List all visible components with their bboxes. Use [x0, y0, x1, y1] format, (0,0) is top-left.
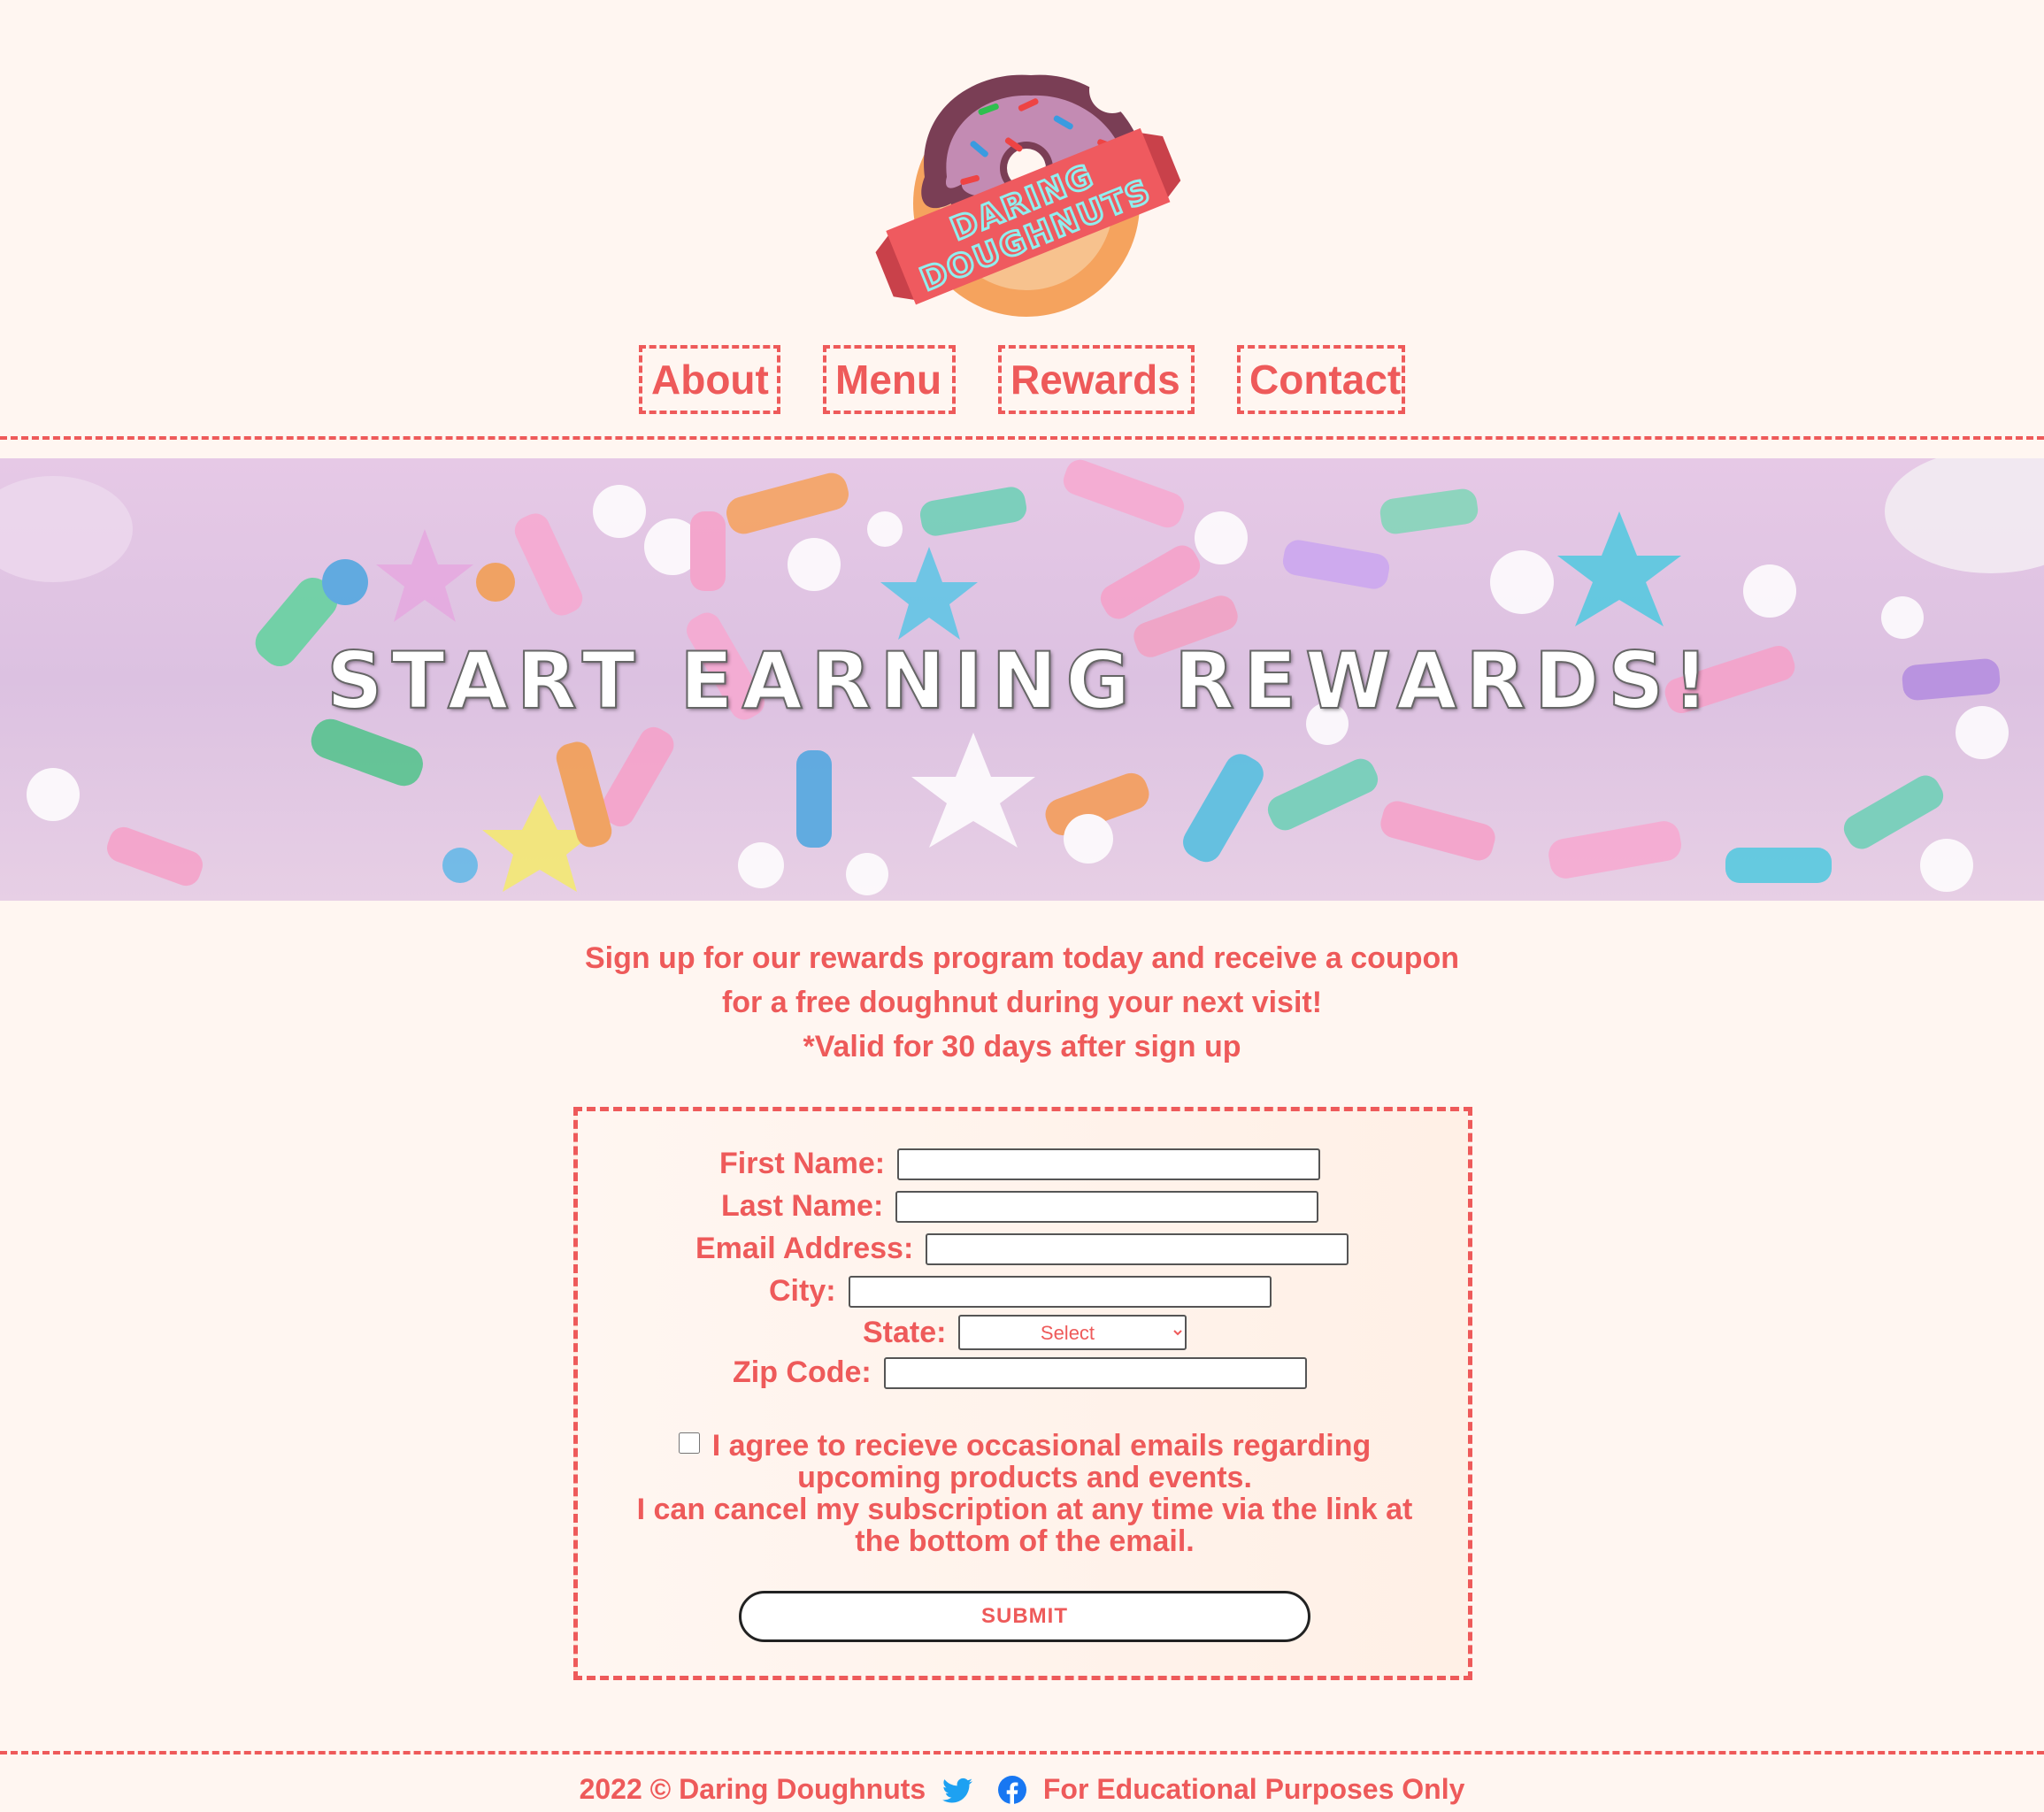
nav-menu[interactable]: Menu — [823, 345, 956, 414]
consent-line-1: I agree to recieve occasional emails reg… — [711, 1429, 1372, 1463]
last-name-label: Last Name: — [721, 1189, 884, 1223]
footer-divider — [0, 1751, 2044, 1754]
twitter-icon[interactable] — [942, 1777, 973, 1811]
last-name-input[interactable] — [895, 1190, 1319, 1223]
city-label: City: — [769, 1274, 836, 1308]
email-consent-checkbox[interactable] — [678, 1432, 700, 1454]
state-row: State: Select — [863, 1315, 1187, 1350]
nav-rewards[interactable]: Rewards — [998, 345, 1195, 414]
submit-button[interactable]: SUBMIT — [739, 1591, 1310, 1642]
zip-code-input[interactable] — [883, 1356, 1307, 1389]
site-logo[interactable]: DARING DOUGHNUTS — [863, 35, 1190, 319]
hero-title: Start Earning Rewards! — [326, 634, 1717, 727]
city-row: City: — [769, 1274, 1272, 1309]
last-name-row: Last Name: — [721, 1189, 1319, 1224]
nav-divider — [0, 436, 2044, 440]
state-label: State: — [863, 1315, 947, 1349]
first-name-row: First Name: — [719, 1147, 1321, 1181]
rewards-intro: Sign up for our rewards program today an… — [0, 936, 2044, 1069]
intro-line-1: Sign up for our rewards program today an… — [584, 941, 1460, 975]
site-footer: 2022 © Daring Doughnuts For Educational … — [0, 1773, 2044, 1811]
state-select[interactable]: Select — [958, 1315, 1187, 1350]
consent-line-4: the bottom of the email. — [855, 1524, 1195, 1558]
facebook-icon[interactable] — [997, 1776, 1026, 1811]
zip-code-row: Zip Code: — [733, 1355, 1307, 1390]
email-row: Email Address: — [695, 1232, 1349, 1266]
zip-code-label: Zip Code: — [733, 1355, 872, 1389]
footer-copyright: 2022 © Daring Doughnuts — [579, 1773, 926, 1805]
first-name-input[interactable] — [897, 1148, 1321, 1180]
intro-line-2: for a free doughnut during your next vis… — [721, 986, 1323, 1019]
nav-contact[interactable]: Contact — [1237, 345, 1405, 414]
rewards-signup-form: First Name: Last Name: Email Address: Ci… — [573, 1107, 1472, 1680]
intro-line-3: *Valid for 30 days after sign up — [803, 1030, 1241, 1063]
nav-about[interactable]: About — [639, 345, 780, 414]
city-input[interactable] — [848, 1275, 1272, 1308]
email-label: Email Address: — [695, 1232, 914, 1265]
main-nav: About Menu Rewards Contact — [0, 345, 2044, 414]
consent-line-3: I can cancel my subscription at any time… — [636, 1493, 1413, 1526]
footer-disclaimer: For Educational Purposes Only — [1042, 1773, 1465, 1805]
first-name-label: First Name: — [719, 1147, 886, 1180]
email-input[interactable] — [926, 1232, 1349, 1265]
email-consent: I agree to recieve occasional emails reg… — [613, 1430, 1436, 1557]
consent-line-2: upcoming products and events. — [797, 1461, 1252, 1494]
hero-banner: Start Earning Rewards! — [0, 458, 2044, 901]
